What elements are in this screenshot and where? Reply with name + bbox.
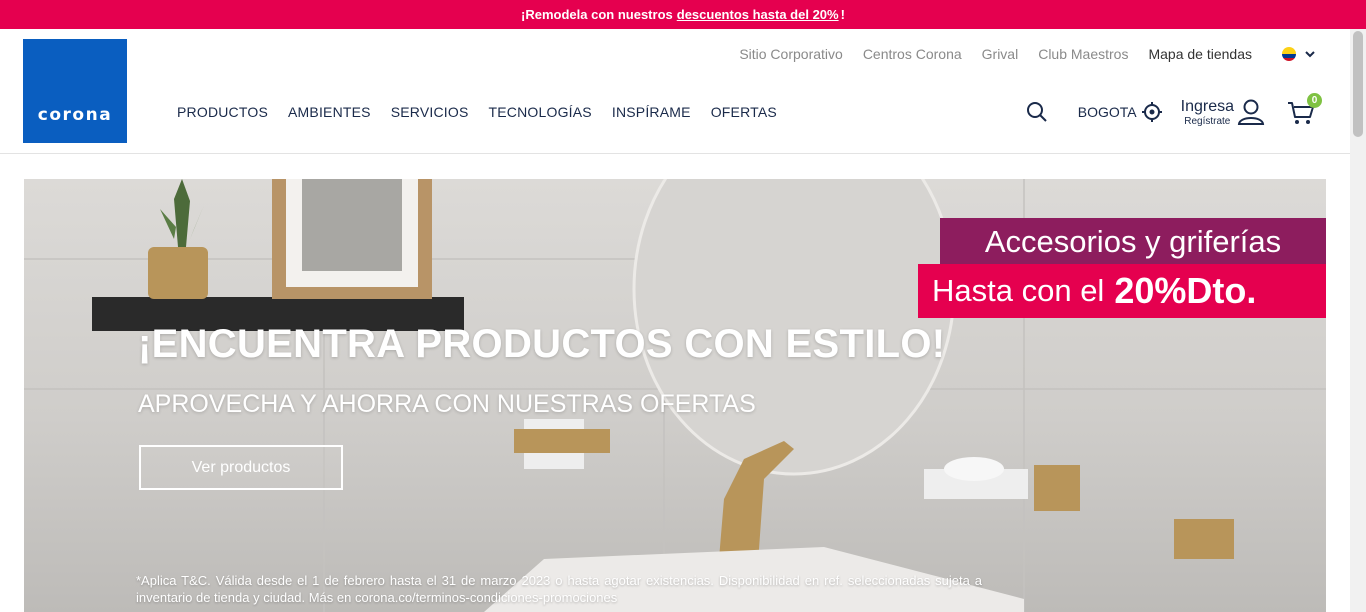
- top-link-sitio-corporativo[interactable]: Sitio Corporativo: [739, 46, 843, 62]
- hero-title: ¡ENCUENTRA PRODUCTOS CON ESTILO!: [138, 322, 946, 366]
- page-scrollbar[interactable]: [1350, 29, 1366, 612]
- top-link-centros-corona[interactable]: Centros Corona: [863, 46, 962, 62]
- nav-servicios[interactable]: SERVICIOS: [391, 104, 469, 120]
- promo-badge-discount-text: Hasta con el: [932, 273, 1105, 308]
- top-link-club-maestros[interactable]: Club Maestros: [1038, 46, 1128, 62]
- city-selector[interactable]: BOGOTA: [1078, 101, 1163, 123]
- promo-badge-discount: Hasta con el 20%Dto.: [918, 264, 1326, 318]
- colombia-flag-icon[interactable]: [1282, 47, 1296, 61]
- location-target-icon: [1141, 102, 1162, 122]
- login-label: Ingresa: [1180, 97, 1234, 115]
- cart-button[interactable]: 0: [1286, 93, 1322, 127]
- promo-badge-discount-bold: 20%Dto.: [1114, 270, 1257, 311]
- logo-text: corona: [37, 105, 113, 125]
- city-label: BOGOTA: [1077, 104, 1137, 120]
- top-link-mapa-de-tiendas[interactable]: Mapa de tiendas: [1148, 46, 1252, 62]
- nav-tecnologias[interactable]: TECNOLOGÍAS: [489, 104, 592, 120]
- register-label: Regístrate: [1184, 115, 1231, 127]
- site-header: corona Sitio Corporativo Centros Corona …: [0, 29, 1350, 154]
- promo-text: ¡Remodela con nuestros: [521, 7, 673, 22]
- top-link-grival[interactable]: Grival: [982, 46, 1019, 62]
- top-links: Sitio Corporativo Centros Corona Grival …: [719, 46, 1316, 62]
- chevron-down-icon[interactable]: [1304, 48, 1316, 60]
- promo-bar: ¡Remodela con nuestros descuentos hasta …: [0, 0, 1366, 29]
- ver-productos-button[interactable]: Ver productos: [139, 445, 343, 490]
- search-icon[interactable]: [1026, 101, 1048, 123]
- login-button[interactable]: Ingresa Regístrate: [1181, 97, 1266, 127]
- nav-productos[interactable]: PRODUCTOS: [177, 104, 268, 120]
- hero-banner[interactable]: ¡ENCUENTRA PRODUCTOS CON ESTILO! APROVEC…: [24, 179, 1326, 612]
- promo-badge-accesorios: Accesorios y griferías: [940, 218, 1326, 265]
- scrollbar-thumb[interactable]: [1353, 31, 1363, 137]
- promo-tail: !: [840, 7, 845, 22]
- promo-link[interactable]: descuentos hasta del 20%: [677, 7, 839, 22]
- promo-badge-accesorios-text: Accesorios y griferías: [984, 223, 1282, 259]
- user-icon: [1237, 99, 1265, 125]
- main-nav: PRODUCTOS AMBIENTES SERVICIOS TECNOLOGÍA…: [177, 104, 797, 120]
- cart-count-badge: 0: [1307, 93, 1322, 108]
- right-nav: BOGOTA Ingresa Regístrate 0: [1026, 93, 1322, 127]
- legal-disclaimer: *Aplica T&C. Válida desde el 1 de febrer…: [136, 573, 982, 605]
- corona-logo[interactable]: corona: [23, 39, 127, 143]
- nav-inspirame[interactable]: INSPÍRAME: [612, 104, 691, 120]
- hero-subtitle: APROVECHA Y AHORRA CON NUESTRAS OFERTAS: [138, 390, 756, 418]
- nav-ambientes[interactable]: AMBIENTES: [288, 104, 371, 120]
- nav-ofertas[interactable]: OFERTAS: [711, 104, 777, 120]
